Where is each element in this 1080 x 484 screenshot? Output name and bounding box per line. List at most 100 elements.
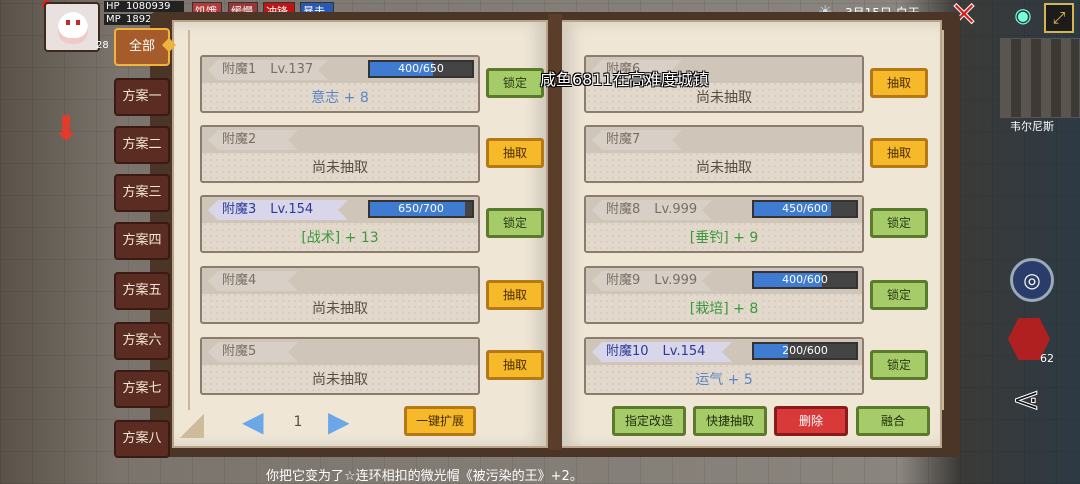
slot-progress-text: 200/600 <box>782 344 828 357</box>
enchant-slot-8: 附魔8 Lv.999 450/600 [垂钓] + 9 <box>584 195 864 253</box>
slot-progress-text: 400/650 <box>398 62 444 75</box>
map-name: 韦尔尼斯 <box>1010 120 1054 133</box>
slot-progress: 200/600 <box>752 342 858 360</box>
slot-effect: [战术] + 13 <box>301 230 379 246</box>
slot-name: 附魔1 <box>222 62 257 77</box>
slot-name: 附魔4 <box>222 273 257 288</box>
extract-button-7[interactable]: 抽取 <box>870 138 928 168</box>
slot-progress: 450/600 <box>752 200 858 218</box>
slot-level: Lv.154 <box>662 344 706 359</box>
slot-progress: 650/700 <box>368 200 474 218</box>
enchant-slot-4: 附魔4 尚未抽取 <box>200 266 480 324</box>
tab-plan-6[interactable]: 方案六 <box>114 322 170 360</box>
slot-effect: 尚未抽取 <box>312 160 368 176</box>
tab-all[interactable]: 全部 <box>114 28 170 66</box>
slot-level: Lv.999 <box>654 202 698 217</box>
slot-name: 附魔2 <box>222 132 257 147</box>
slot-effect: 运气 + 5 <box>695 372 753 388</box>
system-message: 你把它变为了☆连环相扣的微光帽《被污染的王》+2。 <box>266 469 583 484</box>
slot-effect: 尚未抽取 <box>696 160 752 176</box>
prev-page-icon[interactable]: ◀ <box>242 404 264 440</box>
tab-plan-8[interactable]: 方案八 <box>114 420 170 458</box>
extract-button-4[interactable]: 抽取 <box>486 280 544 310</box>
slot-progress-text: 650/700 <box>398 202 444 215</box>
enchant-slot-2: 附魔2 尚未抽取 <box>200 125 480 183</box>
slot-level: Lv.999 <box>654 273 698 288</box>
slot-progress: 400/650 <box>368 60 474 78</box>
arrow-down-icon[interactable]: ⬇ <box>52 112 81 146</box>
extract-button-2[interactable]: 抽取 <box>486 138 544 168</box>
slot-name: 附魔7 <box>606 132 641 147</box>
skill-round-icon[interactable]: ◎ <box>1010 258 1054 302</box>
enchant-slot-3: 附魔3 Lv.154 650/700 [战术] + 13 <box>200 195 480 253</box>
page-curl <box>180 414 204 438</box>
minimap[interactable] <box>1000 38 1080 118</box>
mp-label: MP <box>106 14 121 25</box>
slot-title: 附魔2 <box>208 130 298 150</box>
merge-button[interactable]: 融合 <box>856 406 930 436</box>
enchant-slot-1: 附魔1 Lv.137 400/650 意志 + 8 <box>200 55 480 113</box>
lock-button-8[interactable]: 锁定 <box>870 208 928 238</box>
slot-progress-text: 400/600 <box>782 273 828 286</box>
slot-name: 附魔10 <box>606 344 649 359</box>
slot-name: 附魔3 <box>222 202 257 217</box>
expand-all-button[interactable]: 一键扩展 <box>404 406 476 436</box>
slot-title: 附魔8 Lv.999 <box>592 200 712 220</box>
lock-button-9[interactable]: 锁定 <box>870 280 928 310</box>
slot-progress-text: 450/600 <box>782 202 828 215</box>
lock-button-3[interactable]: 锁定 <box>486 208 544 238</box>
slot-name: 附魔5 <box>222 344 257 359</box>
delete-button[interactable]: 删除 <box>774 406 848 436</box>
next-page-icon[interactable]: ▶ <box>328 404 350 440</box>
page-border-right <box>932 30 944 410</box>
hexagon-item-count: 62 <box>1040 352 1054 365</box>
avatar-eye-left <box>66 20 70 25</box>
slot-level: Lv.154 <box>270 202 314 217</box>
slot-effect: 尚未抽取 <box>696 90 752 106</box>
slot-effect: 意志 + 8 <box>311 90 369 106</box>
slot-title: 附魔3 Lv.154 <box>208 200 348 220</box>
reforge-button[interactable]: 指定改造 <box>612 406 686 436</box>
slot-effect: [垂钓] + 9 <box>689 230 759 246</box>
enchant-slot-9: 附魔9 Lv.999 400/600 [栽培] + 8 <box>584 266 864 324</box>
slot-effect: 尚未抽取 <box>312 372 368 388</box>
slot-title: 附魔9 Lv.999 <box>592 271 712 291</box>
server-broadcast: 咸鱼6811在高难度城镇 <box>540 70 709 89</box>
page-border-left <box>188 30 200 410</box>
slot-progress: 400/600 <box>752 271 858 289</box>
lock-button-10[interactable]: 锁定 <box>870 350 928 380</box>
slot-title: 附魔1 Lv.137 <box>208 60 328 80</box>
enchant-slot-7: 附魔7 尚未抽取 <box>584 125 864 183</box>
avatar-face <box>58 12 88 44</box>
tab-plan-7[interactable]: 方案七 <box>114 370 170 408</box>
slot-title: 附魔5 <box>208 342 298 362</box>
tab-plan-4[interactable]: 方案四 <box>114 222 170 260</box>
tab-plan-2[interactable]: 方案二 <box>114 126 170 164</box>
slot-title: 附魔4 <box>208 271 298 291</box>
hp-value: 1080939 <box>126 1 171 12</box>
slot-effect: [栽培] + 8 <box>689 301 759 317</box>
lock-button-1[interactable]: 锁定 <box>486 68 544 98</box>
avatar-eye-right <box>76 20 80 25</box>
tab-plan-1[interactable]: 方案一 <box>114 78 170 116</box>
hp-bar: HP 1080939 <box>104 1 184 12</box>
extract-button-6[interactable]: 抽取 <box>870 68 928 98</box>
hp-label: HP <box>106 1 120 12</box>
extract-button-5[interactable]: 抽取 <box>486 350 544 380</box>
network-icon[interactable]: ◉ <box>1008 3 1038 31</box>
slot-effect: 尚未抽取 <box>312 301 368 317</box>
player-avatar[interactable] <box>44 2 100 52</box>
player-level: 28 <box>96 40 109 51</box>
slot-level: Lv.137 <box>270 62 314 77</box>
slot-name: 附魔9 <box>606 273 641 288</box>
enchant-slot-5: 附魔5 尚未抽取 <box>200 337 480 395</box>
enchant-slot-10: 附魔10 Lv.154 200/600 运气 + 5 <box>584 337 864 395</box>
slot-title: 附魔10 Lv.154 <box>592 342 732 362</box>
quick-extract-button[interactable]: 快捷抽取 <box>693 406 767 436</box>
share-link-icon[interactable]: ⋖ <box>1012 380 1041 421</box>
slot-name: 附魔8 <box>606 202 641 217</box>
page-number: 1 <box>293 414 303 430</box>
tab-plan-5[interactable]: 方案五 <box>114 272 170 310</box>
map-toggle-icon[interactable]: ⤢ <box>1044 3 1074 33</box>
tab-plan-3[interactable]: 方案三 <box>114 174 170 212</box>
